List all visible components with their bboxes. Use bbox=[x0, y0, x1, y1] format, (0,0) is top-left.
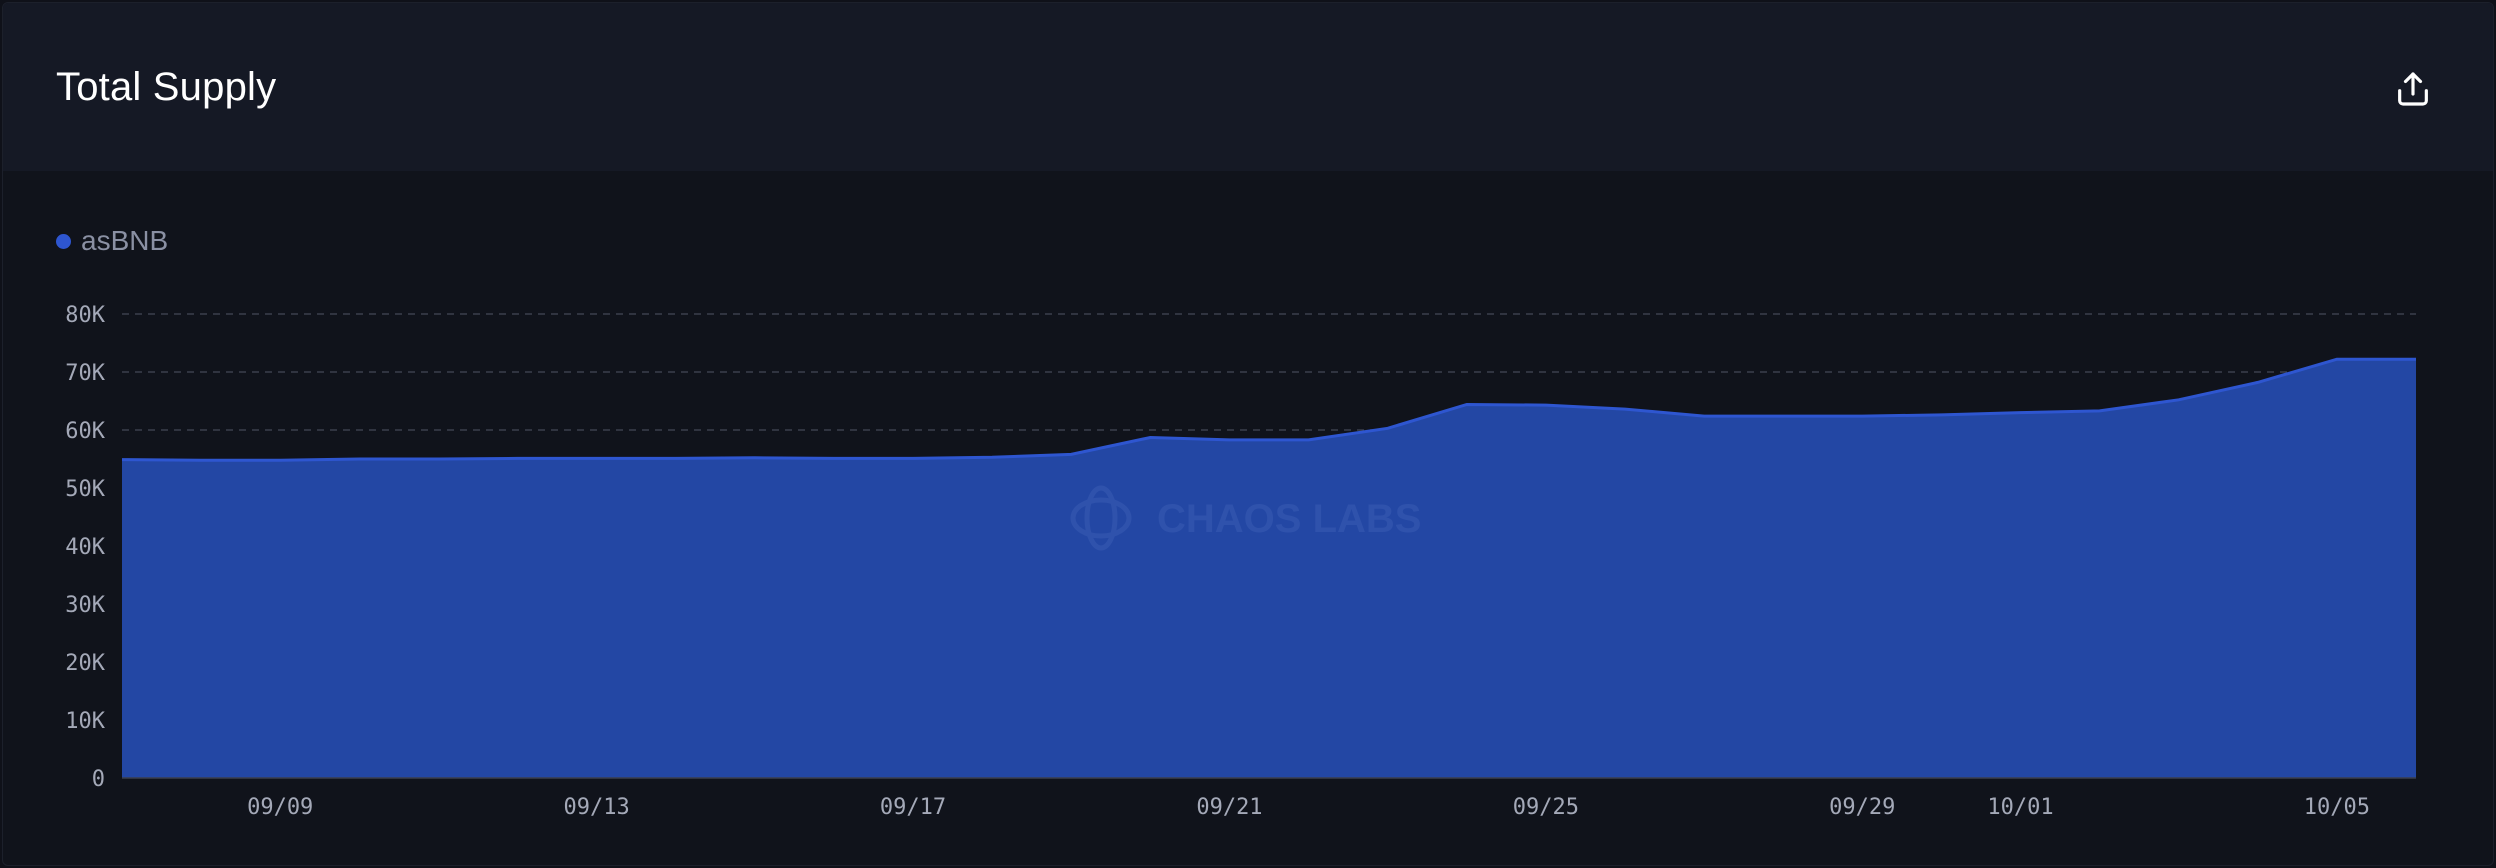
y-tick-label: 20K bbox=[65, 651, 105, 676]
y-tick-label: 40K bbox=[65, 535, 105, 560]
x-tick-label: 09/29 bbox=[1829, 795, 1895, 820]
series-asbnb bbox=[121, 357, 2416, 778]
y-tick-label: 70K bbox=[65, 361, 105, 386]
area-fill-asbnb bbox=[122, 359, 2416, 778]
x-axis: 09/09 09/13 09/17 09/21 09/25 09/29 10/01 10/05 bbox=[122, 777, 2416, 820]
y-axis: 0 10K 20K 30K 40K 50K 60K 70K 80K bbox=[65, 303, 105, 792]
x-tick-label: 10/01 bbox=[1987, 795, 2053, 820]
x-tick-label: 09/09 bbox=[247, 795, 313, 820]
x-tick-label: 09/13 bbox=[564, 795, 630, 820]
x-tick-label: 10/05 bbox=[2304, 795, 2370, 820]
x-tick-label: 09/25 bbox=[1513, 795, 1579, 820]
x-tick-label: 09/21 bbox=[1196, 795, 1262, 820]
watermark-text: CHAOS LABS bbox=[1157, 497, 1421, 541]
x-tick-label: 09/17 bbox=[880, 795, 946, 820]
y-tick-label: 0 bbox=[92, 767, 105, 792]
y-tick-label: 30K bbox=[65, 593, 105, 618]
y-tick-label: 50K bbox=[65, 477, 105, 502]
y-tick-label: 60K bbox=[65, 419, 105, 444]
area-chart: CHAOS LABS 0 10K 20K 30K 40K 50K 60K 70K 80K 09/… bbox=[65, 303, 2416, 820]
y-tick-label: 10K bbox=[65, 709, 105, 734]
y-tick-label: 80K bbox=[65, 303, 105, 328]
